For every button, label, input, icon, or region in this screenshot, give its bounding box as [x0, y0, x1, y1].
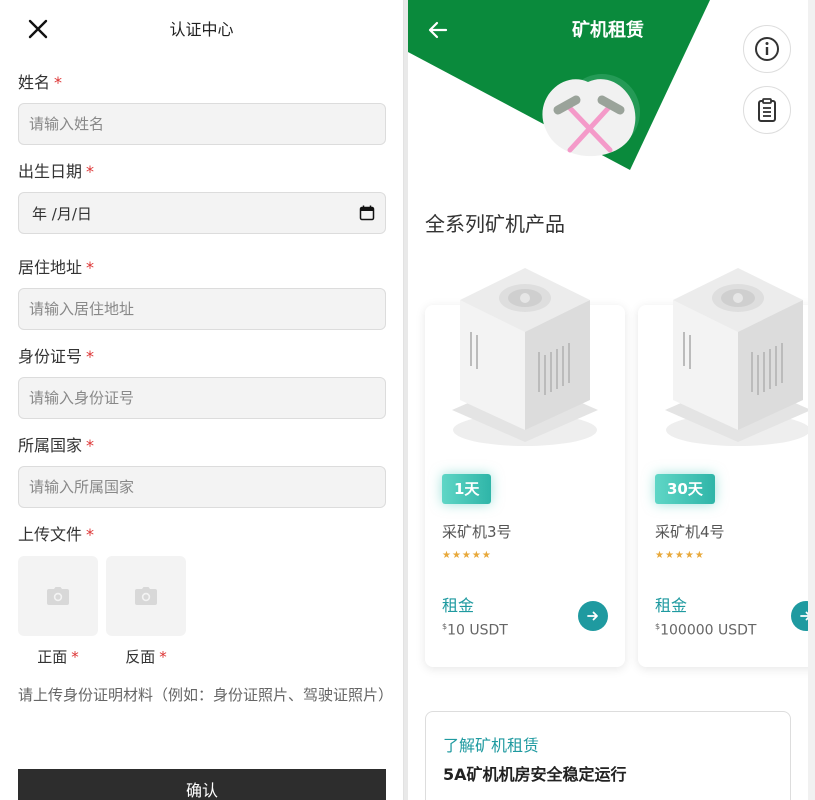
- upload-row: 正面 * 反面 *: [18, 556, 385, 667]
- id-number-input[interactable]: [18, 377, 386, 419]
- info-button[interactable]: [743, 25, 791, 73]
- country-label: 所属国家 *: [18, 436, 95, 455]
- front-upload-button[interactable]: [18, 556, 98, 636]
- duration-badge: 30天: [655, 474, 715, 504]
- miner-image: [665, 268, 808, 446]
- product-card[interactable]: 1天 采矿机3号 ★★★★★ 租金 $10 USDT: [425, 268, 625, 667]
- rent-label: 租金: [442, 596, 475, 615]
- price: $10 USDT: [442, 622, 508, 639]
- product-name: 采矿机3号: [442, 523, 512, 541]
- product-card[interactable]: 30天 采矿机4号 ★★★★★ 租金 $100000 USDT: [638, 268, 808, 667]
- arrow-right-icon: [587, 611, 598, 621]
- address-field-group: 居住地址 *: [18, 257, 386, 330]
- back-caption: 反面 *: [125, 648, 167, 666]
- birthdate-value: 年 /月/日: [32, 204, 92, 223]
- upload-label: 上传文件 *: [18, 525, 95, 544]
- calendar-icon[interactable]: [359, 205, 375, 221]
- upload-field-group: 上传文件 * 正面 * 反面 * 请上传身份证明材料（例如：身份证照片、驾驶证照…: [18, 524, 394, 707]
- id-number-field-group: 身份证号 *: [18, 346, 386, 419]
- go-button[interactable]: [578, 601, 608, 631]
- verification-form: 姓名* 出生日期* 年 /月/日 居住地址*: [0, 72, 403, 707]
- camera-icon: [47, 587, 69, 605]
- name-input[interactable]: [18, 103, 386, 145]
- birthdate-field-group: 出生日期 * 年 /月/日: [18, 161, 386, 234]
- back-upload: 反面 *: [106, 556, 186, 667]
- miner-image: [452, 268, 598, 446]
- learn-rental-link[interactable]: 了解矿机租赁: [443, 732, 539, 756]
- datacenter-tagline: 5A矿机机房安全稳定运行: [443, 765, 627, 784]
- country-input[interactable]: [18, 466, 386, 508]
- name-field-group: 姓名 *: [18, 72, 386, 145]
- orders-button[interactable]: [743, 86, 791, 134]
- duration-badge: 1天: [442, 474, 492, 504]
- address-input[interactable]: [18, 288, 386, 330]
- camera-icon: [135, 587, 157, 605]
- confirm-button[interactable]: 确认: [18, 769, 386, 800]
- back-upload-button[interactable]: [106, 556, 186, 636]
- page-title: 认证中心: [169, 20, 234, 39]
- front-upload: 正面 *: [18, 556, 98, 667]
- clipboard-icon: [758, 98, 776, 122]
- verification-panel: 认证中心 姓名* 出生日期* 年 /月/日: [0, 0, 404, 800]
- rating-stars: ★★★★★: [442, 550, 492, 561]
- info-icon: [755, 37, 779, 61]
- go-button[interactable]: [791, 601, 808, 631]
- panel-header: 认证中心: [0, 0, 403, 56]
- front-caption: 正面 *: [37, 648, 79, 666]
- scrollbar[interactable]: [808, 0, 815, 800]
- upload-hint: 请上传身份证明材料（例如：身份证照片、驾驶证照片）: [18, 686, 394, 704]
- id-number-label: 身份证号 *: [18, 347, 95, 366]
- rating-stars: ★★★★★: [655, 550, 705, 561]
- birthdate-input[interactable]: 年 /月/日: [18, 192, 386, 234]
- product-name: 采矿机4号: [655, 523, 725, 541]
- section-title: 全系列矿机产品: [425, 212, 565, 236]
- birthdate-label: 出生日期 *: [18, 162, 95, 181]
- price: $100000 USDT: [655, 622, 757, 639]
- arrow-right-icon: [800, 611, 808, 621]
- mining-logo-icon: [542, 74, 640, 157]
- rent-label: 租金: [655, 596, 688, 615]
- country-field-group: 所属国家 *: [18, 435, 386, 508]
- about-rental-card: 了解矿机租赁 5A矿机机房安全稳定运行: [425, 711, 791, 800]
- miner-rental-panel: 矿机租赁 全系列矿机产品 1天 采矿机3号 ★★★★★ 租金 $10 USDT …: [408, 0, 808, 800]
- address-label: 居住地址 *: [18, 258, 95, 277]
- screen: 认证中心 姓名* 出生日期* 年 /月/日: [0, 0, 815, 800]
- name-label: 姓名 *: [18, 73, 63, 92]
